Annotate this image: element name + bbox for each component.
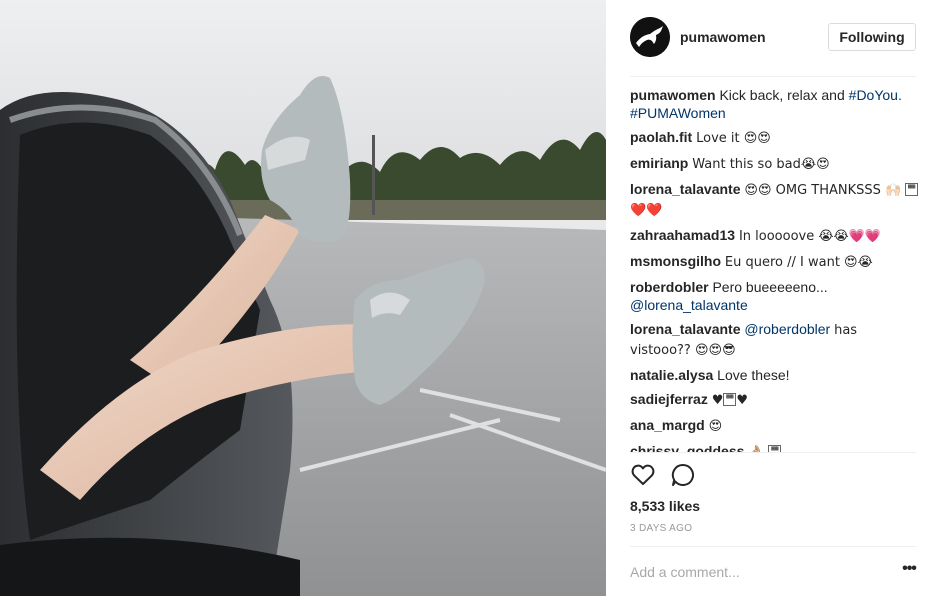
post-header: pumawomen Following	[606, 0, 939, 76]
comment-username[interactable]: paolah.fit	[630, 129, 692, 145]
comment-item: lorena_talavante @roberdobler has vistoo…	[630, 320, 920, 360]
following-button[interactable]: Following	[828, 23, 916, 51]
comment-username[interactable]: zahraahamad13	[630, 227, 735, 243]
post-username[interactable]: pumawomen	[680, 29, 766, 45]
comment-text: Pero bueeeeeno...	[712, 279, 828, 295]
add-comment-input[interactable]	[630, 562, 860, 582]
comment-username[interactable]: emirianp	[630, 155, 688, 171]
more-options-button[interactable]: •••	[897, 561, 921, 582]
comment-text: 👌🏼	[748, 445, 764, 452]
comment-username[interactable]: lorena_talavante	[630, 321, 741, 337]
photo-scene	[0, 0, 606, 596]
action-bar	[630, 462, 730, 490]
comment-text: Love these!	[717, 367, 790, 383]
post-sidebar: pumawomen Following pumawomen Kick back,…	[606, 0, 939, 596]
comment-text: ♥	[711, 393, 724, 408]
likes-count[interactable]: 8,533 likes	[630, 498, 700, 514]
comment-username[interactable]: sadiejferraz	[630, 391, 708, 407]
comment-item: zahraahamad13 In looooove 😭😭💗💗	[630, 226, 920, 246]
caption-text: Kick back, relax and	[719, 87, 845, 103]
comment-text: 😍	[708, 419, 723, 434]
comment-item: chrissy_goddess 👌🏼 ▦▦	[630, 442, 920, 452]
comments-divider	[630, 452, 916, 453]
comment-text: Want this so bad😭😍	[692, 157, 830, 172]
avatar[interactable]	[630, 17, 670, 57]
gif-glyph-icon: ▦▦	[768, 445, 782, 452]
comment-item: emirianp Want this so bad😭😍	[630, 154, 920, 174]
comment-text-tail: ❤️❤️	[630, 203, 663, 218]
comment-bubble-icon[interactable]	[670, 462, 696, 488]
comment-text-tail: ♥	[736, 393, 749, 408]
comment-text: 😍😍 OMG THANKSSS 🙌🏻	[744, 183, 902, 198]
comment-item: natalie.alysa Love these!	[630, 366, 920, 384]
comment-item: lorena_talavante 😍😍 OMG THANKSSS 🙌🏻 ▦▦ ❤️…	[630, 180, 920, 220]
comment-item: sadiejferraz ♥ ▦▦ ♥	[630, 390, 920, 410]
comment-username[interactable]: msmonsgilho	[630, 253, 721, 269]
comments-list[interactable]: pumawomen Kick back, relax and #DoYou. #…	[630, 86, 920, 452]
comment-item: msmonsgilho Eu quero // I want 😍😭	[630, 252, 920, 272]
puma-logo-icon	[630, 17, 670, 57]
comment-username[interactable]: ana_margd	[630, 417, 705, 433]
comment-username[interactable]: roberdobler	[630, 279, 709, 295]
comment-username[interactable]: lorena_talavante	[630, 181, 741, 197]
comment-text: Eu quero // I want 😍😭	[724, 255, 873, 270]
gif-glyph-icon: ▦▦	[723, 393, 737, 406]
comment-text: In looooove 😭😭💗💗	[738, 229, 882, 244]
caption-username[interactable]: pumawomen	[630, 87, 716, 103]
comment-text: Love it 😍😍	[696, 131, 771, 146]
comment-mention[interactable]: @roberdobler	[744, 321, 830, 337]
gif-glyph-icon: ▦▦	[905, 183, 919, 196]
heart-outline-icon[interactable]	[630, 462, 656, 488]
comment-item: roberdobler Pero bueeeeeno... @lorena_ta…	[630, 278, 920, 314]
comment-item: ana_margd 😍	[630, 416, 920, 436]
comment-item: paolah.fit Love it 😍😍	[630, 128, 920, 148]
post-timestamp[interactable]: 3 DAYS AGO	[630, 523, 692, 534]
header-divider	[630, 76, 916, 77]
comment-mention[interactable]: @lorena_talavante	[630, 297, 748, 313]
footer-divider	[630, 546, 916, 547]
comment-username[interactable]: chrissy_goddess	[630, 443, 744, 452]
comment-username[interactable]: natalie.alysa	[630, 367, 713, 383]
post-photo[interactable]	[0, 0, 606, 596]
caption: pumawomen Kick back, relax and #DoYou. #…	[630, 86, 920, 122]
